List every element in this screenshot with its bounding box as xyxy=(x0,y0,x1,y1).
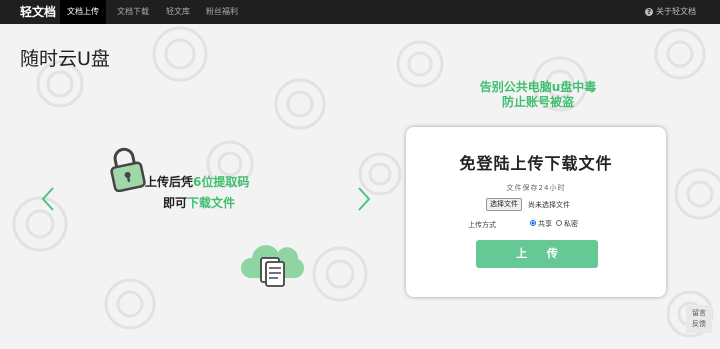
hero-extraction-code: 6位提取码 xyxy=(193,175,250,189)
file-status: 尚未选择文件 xyxy=(528,201,570,209)
top-nav: 轻文档 文档上传 文档下载 轻文库 粉丝福利 ? 关于轻文档 xyxy=(0,0,720,24)
feedback-line-1: 留言 xyxy=(692,309,706,317)
tab-upload[interactable]: 文档上传 xyxy=(60,0,106,24)
page-title: 随时云U盘 xyxy=(20,48,110,70)
retention-note: 文件保存24小时 xyxy=(506,184,566,192)
hero-line-2-text: 即可 xyxy=(163,196,188,210)
promo-line-1: 告别公共电脑u盘中毒 xyxy=(479,80,597,94)
brand-logo[interactable]: 轻文档 xyxy=(20,3,56,20)
tab-fan-benefits[interactable]: 粉丝福利 xyxy=(199,0,245,24)
about-link[interactable]: ? 关于轻文档 xyxy=(645,0,696,24)
chevron-left-icon[interactable] xyxy=(40,186,56,212)
choose-file-button[interactable]: 选择文件 xyxy=(486,198,522,211)
upload-button[interactable]: 上 传 xyxy=(476,240,598,268)
radio-private-label: 私密 xyxy=(564,220,578,228)
tab-library[interactable]: 轻文库 xyxy=(159,0,197,24)
radio-shared-label: 共享 xyxy=(538,220,552,228)
feedback-line-2: 反馈 xyxy=(692,320,706,328)
panel-title: 免登陆上传下载文件 xyxy=(459,154,613,173)
cloud-document-icon xyxy=(240,245,305,287)
feedback-button[interactable]: 留言 反馈 xyxy=(686,305,712,333)
tab-download[interactable]: 文档下载 xyxy=(110,0,156,24)
about-link-label: 关于轻文档 xyxy=(656,7,696,16)
hero-download-text: 下载文件 xyxy=(187,196,236,210)
hero-line-2: 即可下载文件 xyxy=(163,194,235,211)
upload-panel: 免登陆上传下载文件 文件保存24小时 选择文件 尚未选择文件 上传方式 共享 私… xyxy=(406,127,666,297)
upload-method-label: 上传方式 xyxy=(468,221,496,229)
promo-slogan: 告别公共电脑u盘中毒 防止账号被盗 xyxy=(470,80,606,110)
hero-line-1-text: 上传后凭 xyxy=(145,175,194,189)
radio-private[interactable] xyxy=(556,220,562,226)
radio-shared[interactable] xyxy=(530,220,536,226)
chevron-right-icon[interactable] xyxy=(356,186,372,212)
question-circle-icon: ? xyxy=(645,8,653,16)
promo-line-2: 防止账号被盗 xyxy=(501,95,574,109)
hero-line-1: 上传后凭6位提取码 xyxy=(145,173,249,190)
lock-icon xyxy=(110,147,146,192)
